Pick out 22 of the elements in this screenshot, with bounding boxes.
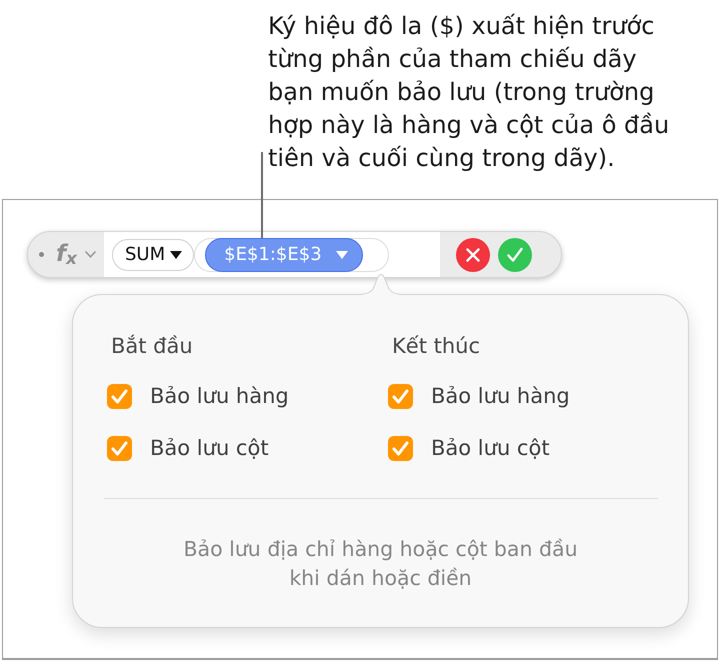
group-heading: Kết thúc xyxy=(392,334,481,358)
close-icon xyxy=(464,246,481,262)
accept-button[interactable] xyxy=(498,238,532,272)
caret-icon xyxy=(170,250,182,258)
checkbox-label: Bảo lưu cột xyxy=(431,436,550,460)
function-token[interactable]: SUM xyxy=(112,238,194,270)
checkmark-icon xyxy=(506,246,523,262)
caret-icon xyxy=(336,250,348,258)
group-heading: Bắt đầu xyxy=(111,334,194,358)
callout-text: Ký hiệu đô la ($) xuất hiện trước từng phần của tham chiếu dãy bạn muốn bảo lưu (trong trường hợp này là hàng và cột của ô đầu tiên và cuối cùng trong dãy). xyxy=(268,11,670,174)
checkbox-label: Bảo lưu cột xyxy=(150,436,269,460)
checkbox-label: Bảo lưu hàng xyxy=(150,384,289,408)
formula-field[interactable]: SUM $E$1:$E$3 xyxy=(104,232,440,277)
hint-text: Bảo lưu địa chỉ hàng hoặc cột ban đầu khi dán hoặc điền xyxy=(182,536,579,592)
bullet-icon xyxy=(39,252,44,257)
checkbox[interactable] xyxy=(107,436,132,460)
checkbox-label: Bảo lưu hàng xyxy=(431,384,570,408)
checkbox[interactable] xyxy=(388,384,413,408)
checkbox[interactable] xyxy=(107,384,132,408)
chevron-down-icon[interactable] xyxy=(84,251,96,258)
checkbox[interactable] xyxy=(388,436,413,460)
cancel-button[interactable] xyxy=(456,238,490,272)
